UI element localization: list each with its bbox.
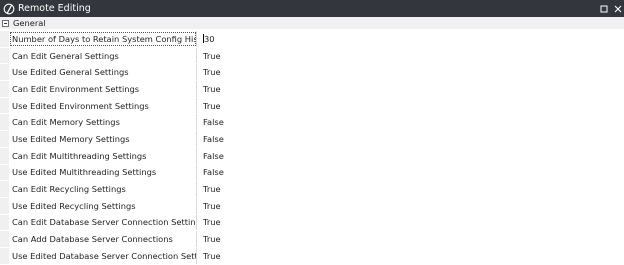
collapse-icon[interactable] <box>2 19 9 27</box>
property-row[interactable]: Can Edit General Settings True <box>0 47 624 65</box>
property-value[interactable]: True <box>197 215 221 231</box>
row-gutter <box>0 47 9 64</box>
property-name[interactable]: Use Edited Recycling Settings <box>9 197 197 214</box>
row-gutter <box>0 114 9 131</box>
property-row[interactable]: Can Edit Recycling Settings True <box>0 181 624 198</box>
window-title: Remote Editing <box>18 3 91 14</box>
property-name[interactable]: Can Edit Database Server Connection Sett… <box>9 214 197 231</box>
property-name[interactable]: Can Edit Recycling Settings <box>9 181 197 197</box>
row-gutter <box>0 97 9 114</box>
property-name[interactable]: Can Edit General Settings <box>9 47 197 64</box>
property-value[interactable]: True <box>197 231 221 247</box>
property-name[interactable]: Can Add Database Server Connections <box>9 231 197 247</box>
property-row[interactable]: Number of Days to Retain System Config H… <box>0 31 624 48</box>
property-name[interactable]: Use Edited Database Server Connection Se… <box>9 247 197 264</box>
property-row[interactable]: Can Edit Database Server Connection Sett… <box>0 214 624 232</box>
property-grid: Number of Days to Retain System Config H… <box>0 31 624 265</box>
property-value[interactable]: True <box>197 98 221 114</box>
row-gutter <box>0 31 9 47</box>
property-row[interactable]: Can Edit Multithreading Settings False <box>0 147 624 165</box>
property-value[interactable]: True <box>197 181 221 197</box>
property-name[interactable]: Can Edit Environment Settings <box>9 81 197 97</box>
title-bar: Remote Editing <box>0 0 624 17</box>
property-name[interactable]: Use Edited Multithreading Settings <box>9 164 197 181</box>
property-row[interactable]: Use Edited Recycling Settings True <box>0 197 624 215</box>
close-icon[interactable] <box>613 4 622 13</box>
property-value[interactable]: False <box>197 165 224 181</box>
power-slash-icon <box>3 3 15 15</box>
property-value[interactable]: True <box>197 64 221 80</box>
property-value[interactable]: False <box>197 131 224 147</box>
property-value-input[interactable] <box>204 33 324 44</box>
property-value[interactable] <box>197 31 324 47</box>
property-row[interactable]: Can Add Database Server Connections True <box>0 231 624 248</box>
property-row[interactable]: Can Edit Memory Settings False <box>0 114 624 132</box>
row-gutter <box>0 131 9 147</box>
property-value[interactable]: True <box>197 48 221 64</box>
restore-icon[interactable] <box>599 4 608 13</box>
category-label: General <box>13 18 46 28</box>
property-name[interactable]: Use Edited Memory Settings <box>9 131 197 147</box>
row-gutter <box>0 181 9 197</box>
property-row[interactable]: Use Edited General Settings True <box>0 64 624 82</box>
row-gutter <box>0 164 9 181</box>
property-name[interactable]: Use Edited Environment Settings <box>9 97 197 114</box>
property-row[interactable]: Use Edited Memory Settings False <box>0 131 624 148</box>
row-gutter <box>0 247 9 264</box>
property-name[interactable]: Use Edited General Settings <box>9 64 197 81</box>
property-row[interactable]: Use Edited Database Server Connection Se… <box>0 247 624 265</box>
property-value[interactable]: False <box>197 148 224 164</box>
property-name[interactable]: Number of Days to Retain System Config H… <box>9 31 197 47</box>
property-value[interactable]: True <box>197 81 221 97</box>
property-value[interactable]: True <box>197 248 221 264</box>
row-gutter <box>0 197 9 214</box>
category-general[interactable]: General <box>0 17 624 29</box>
row-gutter <box>0 231 9 247</box>
property-row[interactable]: Can Edit Environment Settings True <box>0 81 624 98</box>
row-gutter <box>0 147 9 164</box>
row-gutter <box>0 64 9 81</box>
row-gutter <box>0 81 9 97</box>
property-value[interactable]: False <box>197 114 224 130</box>
property-row[interactable]: Use Edited Multithreading Settings False <box>0 164 624 182</box>
row-gutter <box>0 214 9 231</box>
property-row[interactable]: Use Edited Environment Settings True <box>0 97 624 115</box>
property-name[interactable]: Can Edit Memory Settings <box>9 114 197 131</box>
property-value[interactable]: True <box>197 198 221 214</box>
property-name[interactable]: Can Edit Multithreading Settings <box>9 147 197 164</box>
